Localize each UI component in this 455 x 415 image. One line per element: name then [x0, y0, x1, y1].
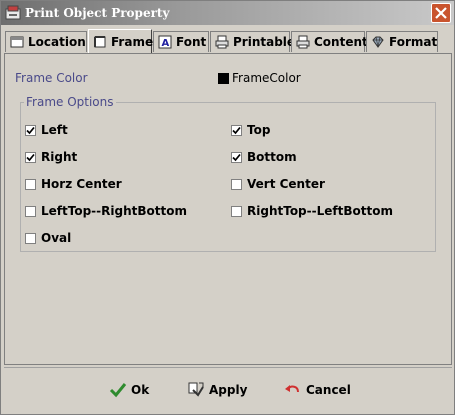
tab-label: Location: [28, 35, 86, 49]
cancel-label: Cancel: [306, 383, 351, 397]
divider: [4, 367, 452, 368]
diamond-icon: [372, 36, 384, 48]
font-icon: A: [158, 35, 172, 49]
checkmark-icon: [109, 383, 127, 398]
checkbox-lefttop-rightbottom[interactable]: LeftTop--RightBottom: [25, 204, 187, 218]
checkbox-left[interactable]: Left: [25, 123, 68, 137]
checkbox-top[interactable]: Top: [231, 123, 270, 137]
apply-icon: [188, 382, 204, 397]
checkbox-box[interactable]: [231, 124, 242, 136]
window-icon: [10, 36, 24, 48]
printer-icon: [296, 35, 310, 49]
checkbox-box[interactable]: [25, 205, 36, 217]
group-title: Frame Options: [24, 95, 116, 109]
frame-color-value[interactable]: FrameColor: [232, 71, 301, 85]
tab-content[interactable]: Content: [291, 31, 368, 52]
checkbox-label: LeftTop--RightBottom: [41, 204, 187, 218]
tab-location[interactable]: Location: [5, 31, 87, 52]
checkbox-right[interactable]: Right: [25, 150, 77, 164]
tab-format[interactable]: Format: [366, 31, 438, 52]
checkbox-label: Right: [41, 150, 78, 164]
title-bar[interactable]: Print Object Property: [1, 1, 454, 25]
frame-options-group: Frame Options Left Top Right Bottom Horz…: [20, 95, 436, 252]
checkbox-horz-center[interactable]: Horz Center: [25, 177, 122, 191]
tab-font[interactable]: A Font: [153, 31, 209, 52]
checkbox-box[interactable]: [25, 124, 36, 136]
app-icon: [5, 5, 21, 20]
apply-button[interactable]: Apply: [187, 379, 247, 401]
tab-printable[interactable]: Printable: [210, 31, 295, 52]
undo-icon: [285, 385, 299, 393]
checkbox-box[interactable]: [231, 178, 242, 190]
tab-label: Printable: [233, 35, 296, 49]
checkbox-bottom[interactable]: Bottom: [231, 150, 297, 164]
svg-text:A: A: [162, 38, 170, 49]
ok-label: Ok: [131, 383, 150, 397]
ok-button[interactable]: Ok: [109, 379, 149, 401]
dialog-window: Print Object Property Location Frame A F…: [0, 0, 455, 415]
window-title: Print Object Property: [25, 6, 170, 20]
checkbox-box[interactable]: [25, 178, 36, 190]
close-icon: [435, 7, 447, 19]
checkbox-box[interactable]: [25, 151, 36, 163]
checkbox-label: Horz Center: [41, 177, 122, 191]
checkbox-box[interactable]: [231, 205, 242, 217]
frame-color-swatch[interactable]: [218, 73, 229, 84]
tab-label: Content: [314, 35, 368, 49]
checkbox-box[interactable]: [231, 151, 242, 163]
tab-label: Format: [389, 35, 438, 49]
checkbox-label: Left: [41, 123, 68, 137]
checkbox-oval[interactable]: Oval: [25, 231, 71, 245]
checkbox-vert-center[interactable]: Vert Center: [231, 177, 325, 191]
frame-tab-panel: Frame Color FrameColor Frame Options Lef…: [4, 53, 452, 365]
frame-color-label: Frame Color: [15, 71, 88, 85]
checkbox-label: RightTop--LeftBottom: [247, 204, 393, 218]
checkbox-label: Oval: [41, 231, 72, 245]
printer-icon: [215, 35, 229, 49]
checkbox-box[interactable]: [25, 232, 36, 244]
cancel-button[interactable]: Cancel: [284, 379, 351, 401]
checkbox-label: Bottom: [247, 150, 297, 164]
tab-frame[interactable]: Frame: [88, 29, 154, 53]
tab-label: Font: [176, 35, 207, 49]
checkbox-label: Top: [247, 123, 271, 137]
frame-icon: [94, 35, 106, 47]
close-button[interactable]: [431, 3, 451, 23]
checkbox-righttop-leftbottom[interactable]: RightTop--LeftBottom: [231, 204, 393, 218]
tab-label: Frame: [111, 34, 154, 49]
apply-label: Apply: [209, 383, 248, 397]
tab-bar: Location Frame A Font Printable Content …: [5, 29, 451, 53]
checkbox-label: Vert Center: [247, 177, 325, 191]
